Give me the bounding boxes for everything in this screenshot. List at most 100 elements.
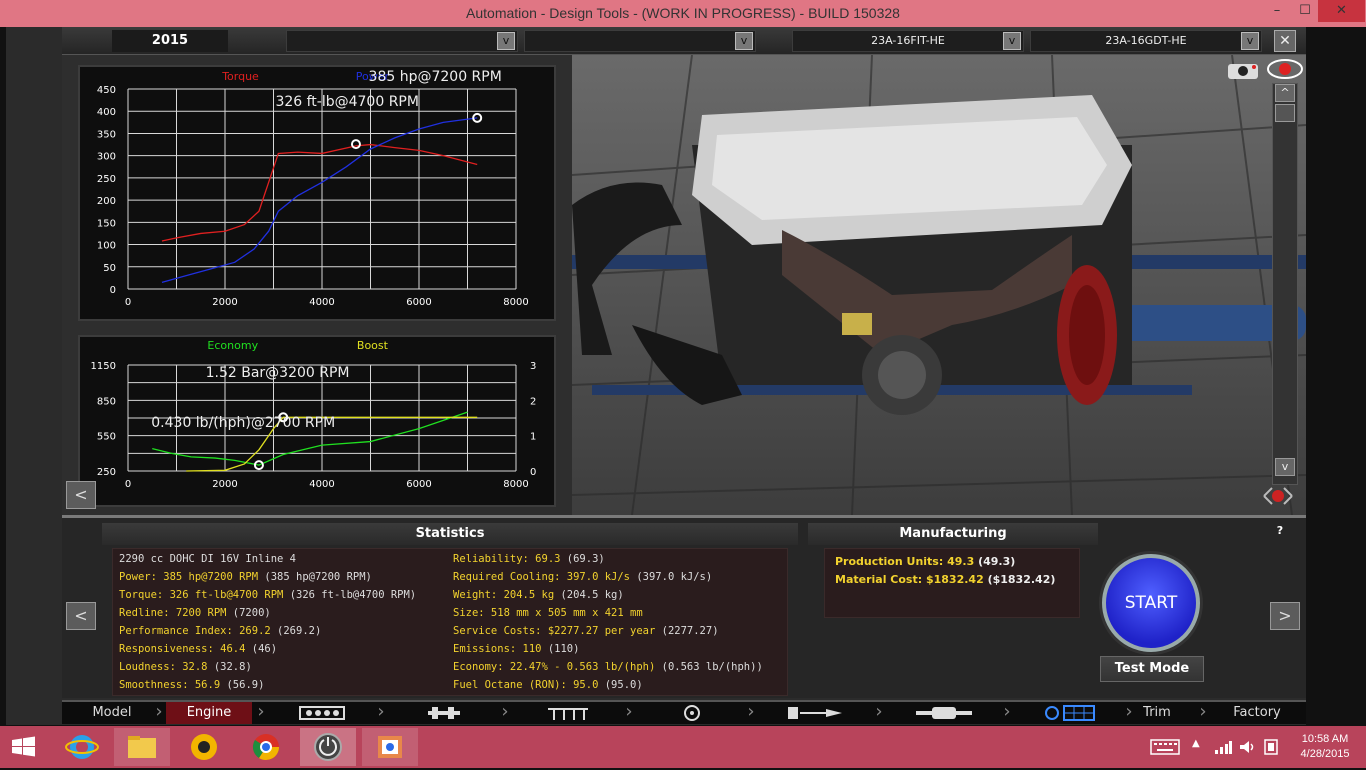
stat-previous-value: (0.563 lb/(hph))	[655, 661, 763, 673]
chevron-down-icon[interactable]: v	[497, 32, 515, 50]
camera-icon[interactable]	[1226, 59, 1262, 81]
tab-fuel[interactable]	[762, 702, 872, 724]
close-engine-button[interactable]: ✕	[1274, 30, 1296, 52]
eye-icon[interactable]	[1266, 57, 1304, 81]
manufacturing-title: Manufacturing	[808, 523, 1098, 545]
engine-3d-viewport[interactable]: ^ v	[572, 55, 1306, 515]
y-tick-label: 100	[97, 241, 116, 252]
tab-aspiration[interactable]	[640, 702, 744, 724]
action-center-icon[interactable]	[1262, 738, 1280, 756]
left-stat-row: Loudness: 32.8 (32.8)	[119, 661, 252, 673]
windows-start-button[interactable]	[0, 728, 48, 766]
internet-explorer-icon[interactable]	[54, 728, 110, 766]
x-tick-label: 8000	[503, 479, 528, 490]
peak-annotation: 0.430 lb/(hph)@2700 RPM	[151, 415, 335, 431]
chevron-up-icon[interactable]: ▲	[1192, 738, 1206, 756]
right-stat-row: Economy: 22.47% - 0.563 lb/(hph) (0.563 …	[453, 661, 763, 673]
stat-value: Reliability: 69.3	[453, 553, 561, 565]
tab-engine[interactable]: Engine	[166, 702, 252, 724]
close-window-button[interactable]: ✕	[1318, 0, 1365, 22]
zoom-out-button[interactable]: v	[1275, 458, 1295, 476]
left-stat-row: Smoothness: 56.9 (56.9)	[119, 679, 264, 691]
chevron-down-icon[interactable]: v	[735, 32, 753, 50]
tab-block[interactable]	[272, 702, 372, 724]
zoom-scrollbar[interactable]: ^ v	[1272, 83, 1298, 485]
right-stat-row: Service Costs: $2277.27 per year (2277.2…	[453, 625, 719, 637]
chevron-down-icon[interactable]: v	[1241, 32, 1259, 50]
manufacturing-box: Production Units: 49.3 (49.3) Material Co…	[824, 548, 1080, 618]
window-titlebar: Automation - Design Tools - (WORK IN PRO…	[0, 0, 1366, 27]
stat-previous-value: (326 ft-lb@4700 RPM)	[283, 589, 417, 601]
engine-variant-select[interactable]: 23A-16GDT-HE v	[1030, 30, 1262, 52]
paint-app-icon[interactable]	[362, 728, 418, 766]
system-clock[interactable]: 10:58 AM 4/28/2015	[1290, 732, 1360, 762]
prev-button[interactable]: <	[66, 602, 96, 630]
stat-value: Emissions: 110	[453, 643, 542, 655]
engine-variant-select-value: 23A-16GDT-HE	[1105, 34, 1187, 47]
stat-value: Size: 518 mm x 505 mm x 421 mm	[453, 607, 643, 619]
stat-previous-value: (397.0 kJ/s)	[630, 571, 713, 583]
fuel-system-icon	[788, 707, 842, 719]
turbo-icon	[684, 705, 700, 721]
y-tick-label: 200	[97, 196, 116, 207]
os-taskbar: ▲ 10:58 AM 4/28/2015	[0, 726, 1366, 768]
chevron-right-icon: ›	[257, 701, 265, 722]
economy-boost-chart: 0 2000 4000 6000 8000 250 550 850 1150 0 1 2 3 Econom…	[91, 339, 537, 490]
stat-value: Loudness: 32.8	[119, 661, 208, 673]
chevron-down-icon[interactable]: v	[1003, 32, 1021, 50]
window-title: Automation - Design Tools - (WORK IN PRO…	[466, 5, 900, 21]
peak-marker	[350, 139, 361, 150]
right-stat-row: Fuel Octane (RON): 95.0 (95.0)	[453, 679, 643, 691]
y-tick-label: 350	[97, 129, 116, 140]
tab-factory[interactable]: Factory	[1212, 702, 1302, 724]
y-tick-label: 300	[97, 152, 116, 163]
stat-previous-value: (7200)	[226, 607, 271, 619]
back-button[interactable]: <	[66, 481, 96, 509]
network-signal-icon[interactable]	[1214, 738, 1232, 756]
automation-app-icon[interactable]	[300, 728, 356, 766]
legend-label-economy: Economy	[207, 339, 258, 352]
minimize-button[interactable]: –	[1264, 0, 1290, 22]
tab-head[interactable]	[514, 702, 622, 724]
stat-previous-value: (110)	[541, 643, 580, 655]
y-right-tick-label: 3	[530, 361, 536, 372]
volume-icon[interactable]	[1238, 738, 1256, 756]
tab-crank[interactable]	[392, 702, 498, 724]
legend-label-torque: Torque	[221, 70, 259, 83]
test-mode-button[interactable]: Test Mode	[1100, 656, 1204, 682]
chrome-icon[interactable]	[238, 728, 294, 766]
tuning-dyno-icon	[1045, 705, 1095, 721]
x-tick-label: 4000	[309, 297, 334, 308]
x-tick-label: 4000	[309, 479, 334, 490]
zoom-in-button[interactable]: ^	[1275, 84, 1295, 102]
stat-previous-value: (46)	[245, 643, 278, 655]
maximize-button[interactable]: ☐	[1292, 0, 1318, 22]
statistics-box: 2290 cc DOHC DI 16V Inline 4 Power: 385 …	[112, 548, 788, 696]
help-button[interactable]: ?	[1272, 524, 1288, 540]
file-explorer-icon[interactable]	[114, 728, 170, 766]
engine-family-select[interactable]: 23A-16FIT-HE v	[792, 30, 1024, 52]
left-stat-row: Performance Index: 269.2 (269.2)	[119, 625, 321, 637]
next-button[interactable]: >	[1270, 602, 1300, 630]
bottom-panel: Statistics Manufacturing ? 2290 cc DOHC …	[62, 515, 1306, 698]
keyboard-icon[interactable]	[1150, 738, 1180, 756]
stat-previous-value: (269.2)	[270, 625, 322, 637]
stat-value: Redline: 7200 RPM	[119, 607, 227, 619]
y-tick-label: 250	[97, 467, 116, 478]
tab-tune[interactable]	[1018, 702, 1122, 724]
manufacturing-previous-value: ($1832.42)	[983, 573, 1056, 586]
year-display: 2015	[112, 30, 228, 52]
engine-description: 2290 cc DOHC DI 16V Inline 4	[119, 553, 297, 565]
tab-model[interactable]: Model	[72, 702, 152, 724]
start-button[interactable]: START	[1102, 554, 1200, 652]
family-select[interactable]: v	[286, 30, 518, 52]
reset-view-icon[interactable]	[1260, 483, 1296, 509]
zoom-thumb[interactable]	[1275, 104, 1295, 122]
media-player-icon[interactable]	[176, 728, 232, 766]
tab-trim[interactable]: Trim	[1122, 702, 1192, 724]
engine-block-icon	[299, 706, 345, 720]
variant-select[interactable]: v	[524, 30, 756, 52]
stat-value: Fuel Octane (RON): 95.0	[453, 679, 599, 691]
legend-label-boost: Boost	[357, 339, 389, 352]
tab-exhaust[interactable]	[890, 702, 1000, 724]
